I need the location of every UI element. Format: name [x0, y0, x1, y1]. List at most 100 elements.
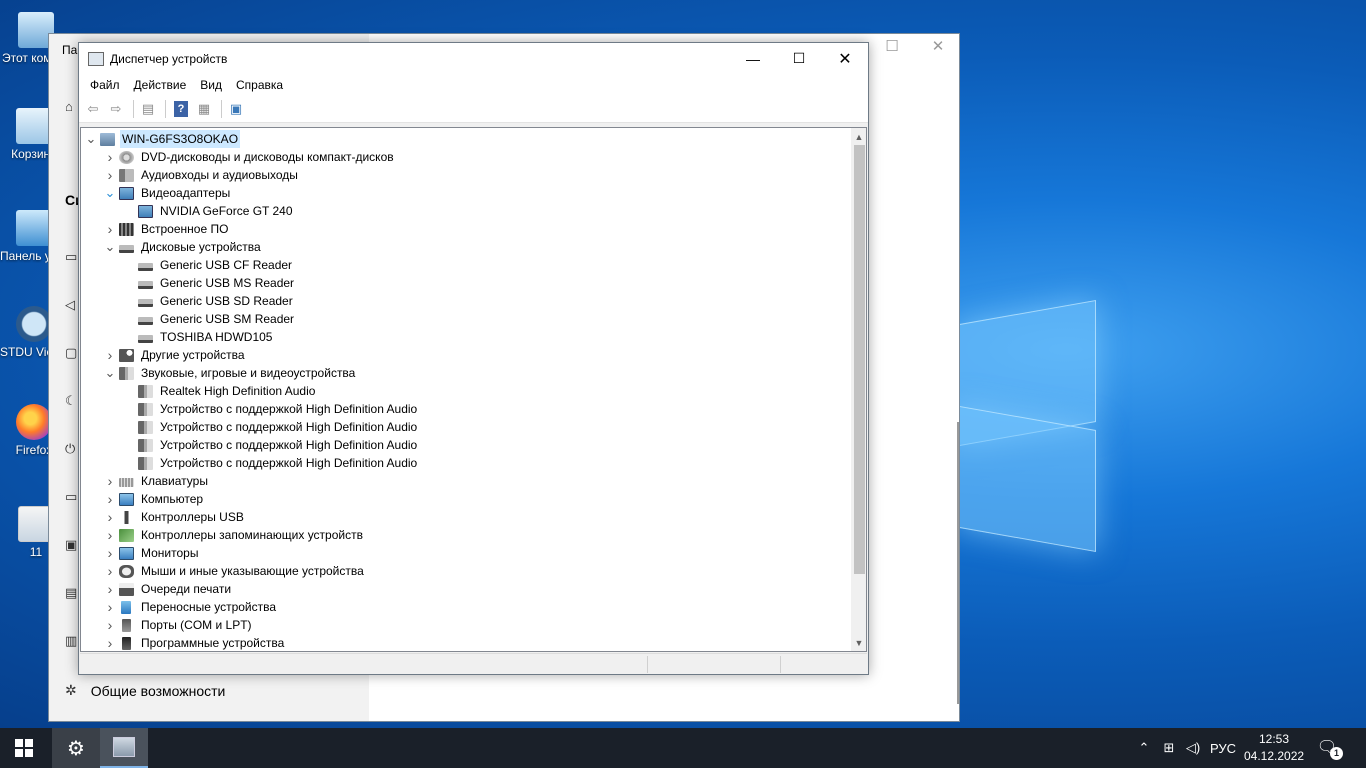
start-button[interactable]: [0, 728, 48, 768]
taskbar: ⚙ ⌃ ⊞ ◁) РУС 12:53 04.12.2022 🗨 1: [0, 728, 1366, 768]
scroll-up-icon[interactable]: ▲: [851, 128, 866, 145]
monitor-icon: [119, 492, 134, 506]
tree-category[interactable]: › Переносные устройства: [104, 598, 278, 616]
volume-icon[interactable]: ◁): [1182, 728, 1204, 768]
tree-category[interactable]: › Встроенное ПО: [104, 220, 230, 238]
tree-category[interactable]: ⌄ Звуковые, игровые и видеоустройства: [104, 364, 357, 382]
video-adapter-icon: [138, 204, 153, 218]
tree-root-node[interactable]: ⌄ WIN-G6FS3O8OKAO: [85, 130, 241, 148]
chevron-up-icon[interactable]: ⌃: [1136, 728, 1152, 768]
toolbar-divider: [133, 100, 134, 118]
chevron-right-icon[interactable]: ›: [104, 526, 116, 544]
tree-category[interactable]: › Мыши и иные указывающие устройства: [104, 562, 366, 580]
device-tree[interactable]: ▲ ▼ ⌄ WIN-G6FS3O8OKAO › DVD-дисководы и дис…: [80, 127, 867, 652]
back-icon[interactable]: ⇦: [83, 99, 103, 119]
speaker-icon: [138, 384, 153, 398]
chevron-down-icon[interactable]: ⌄: [85, 130, 97, 148]
scrollbar-thumb[interactable]: [854, 145, 865, 574]
chevron-right-icon[interactable]: ›: [104, 616, 116, 634]
chevron-right-icon[interactable]: ›: [104, 562, 116, 580]
tree-item-label: Звуковые, игровые и видеоустройства: [141, 366, 356, 380]
action-pane-icon[interactable]: ▦: [194, 99, 214, 119]
tree-device[interactable]: NVIDIA GeForce GT 240: [123, 202, 295, 220]
tree-category[interactable]: › Аудиовходы и аудиовыходы: [104, 166, 300, 184]
window-title: Диспетчер устройств: [110, 51, 228, 66]
chevron-right-icon[interactable]: ›: [104, 148, 116, 166]
menu-help[interactable]: Справка: [229, 74, 290, 96]
tree-device[interactable]: Generic USB SM Reader: [123, 310, 296, 328]
forward-icon[interactable]: ⇨: [106, 99, 126, 119]
chevron-right-icon[interactable]: ›: [104, 544, 116, 562]
menu-action[interactable]: Действие: [127, 74, 194, 96]
taskbar-device-manager-app[interactable]: [100, 728, 148, 768]
chevron-right-icon[interactable]: ›: [104, 598, 116, 616]
taskbar-settings-app[interactable]: ⚙: [52, 728, 100, 768]
vertical-scrollbar[interactable]: ▲ ▼: [851, 128, 866, 651]
computer-icon: [100, 132, 115, 146]
software-device-icon: [122, 636, 131, 650]
chevron-right-icon[interactable]: ›: [104, 634, 116, 651]
tree-category[interactable]: › Компьютер: [104, 490, 205, 508]
toolbar-divider: [221, 100, 222, 118]
tree-device[interactable]: TOSHIBA HDWD105: [123, 328, 274, 346]
chevron-down-icon[interactable]: ⌄: [104, 184, 116, 202]
menu-file[interactable]: Файл: [83, 74, 127, 96]
tree-device[interactable]: Устройство с поддержкой High Definition …: [123, 454, 419, 472]
chevron-right-icon[interactable]: ›: [104, 580, 116, 598]
disk-icon: [138, 262, 153, 271]
close-icon[interactable]: ✕: [822, 43, 868, 74]
tree-category[interactable]: › DVD-дисководы и дисководы компакт-диско…: [104, 148, 396, 166]
tree-category[interactable]: › Очереди печати: [104, 580, 233, 598]
tree-device[interactable]: Устройство с поддержкой High Definition …: [123, 418, 419, 436]
clock[interactable]: 12:53 04.12.2022: [1244, 731, 1304, 765]
title-bar[interactable]: Диспетчер устройств — ☐ ✕: [79, 43, 868, 74]
tree-category[interactable]: ⌄ Видеоадаптеры: [104, 184, 232, 202]
chevron-right-icon[interactable]: ›: [104, 346, 116, 364]
properties-view-icon[interactable]: ▤: [138, 99, 158, 119]
tree-category[interactable]: › Контроллеры запоминающих устройств: [104, 526, 365, 544]
tree-category[interactable]: › Другие устройства: [104, 346, 247, 364]
settings-maximize-icon[interactable]: ☐: [885, 39, 899, 54]
clock-date: 04.12.2022: [1244, 749, 1305, 763]
tree-category[interactable]: › Клавиатуры: [104, 472, 210, 490]
menu-view[interactable]: Вид: [193, 74, 229, 96]
tree-device[interactable]: Generic USB CF Reader: [123, 256, 294, 274]
tree-device[interactable]: Устройство с поддержкой High Definition …: [123, 400, 419, 418]
tree-category[interactable]: › Программные устройства: [104, 634, 286, 651]
settings-scrollbar[interactable]: [957, 422, 959, 704]
chevron-down-icon[interactable]: ⌄: [104, 238, 116, 256]
minimize-icon[interactable]: —: [730, 43, 776, 74]
tree-category[interactable]: › Контроллеры USB: [104, 508, 246, 526]
tree-device[interactable]: Generic USB SD Reader: [123, 292, 295, 310]
tree-item-label: Порты (COM и LPT): [141, 618, 252, 632]
tree-item-label: Переносные устройства: [141, 600, 277, 614]
tree-device[interactable]: Generic USB MS Reader: [123, 274, 296, 292]
disk-icon: [138, 334, 153, 343]
language-indicator[interactable]: РУС: [1206, 728, 1240, 768]
tree-device[interactable]: Realtek High Definition Audio: [123, 382, 317, 400]
chevron-right-icon[interactable]: ›: [104, 490, 116, 508]
chevron-right-icon[interactable]: ›: [104, 166, 116, 184]
chevron-right-icon[interactable]: ›: [104, 508, 116, 526]
tree-category[interactable]: ⌄ Дисковые устройства: [104, 238, 263, 256]
maximize-icon[interactable]: ☐: [776, 43, 822, 74]
disk-icon: [138, 298, 153, 307]
network-icon[interactable]: ⊞: [1158, 728, 1180, 768]
scroll-down-icon[interactable]: ▼: [851, 634, 866, 651]
scan-hardware-icon[interactable]: ▣: [226, 99, 246, 119]
help-icon[interactable]: ?: [174, 101, 188, 117]
tree-category[interactable]: › Порты (COM и LPT): [104, 616, 254, 634]
chevron-down-icon[interactable]: ⌄: [104, 364, 116, 382]
tree-device[interactable]: Устройство с поддержкой High Definition …: [123, 436, 419, 454]
chevron-right-icon[interactable]: ›: [104, 472, 116, 490]
sidebar-item-accessibility[interactable]: ✲ Общие возможности: [65, 682, 225, 699]
chevron-right-icon[interactable]: ›: [104, 220, 116, 238]
device-manager-window: Диспетчер устройств — ☐ ✕ Файл Действие …: [78, 42, 869, 675]
disk-icon: [138, 280, 153, 289]
tree-category[interactable]: › Мониторы: [104, 544, 200, 562]
settings-close-icon[interactable]: ✕: [931, 39, 945, 54]
tree-item-label: Встроенное ПО: [141, 222, 229, 236]
